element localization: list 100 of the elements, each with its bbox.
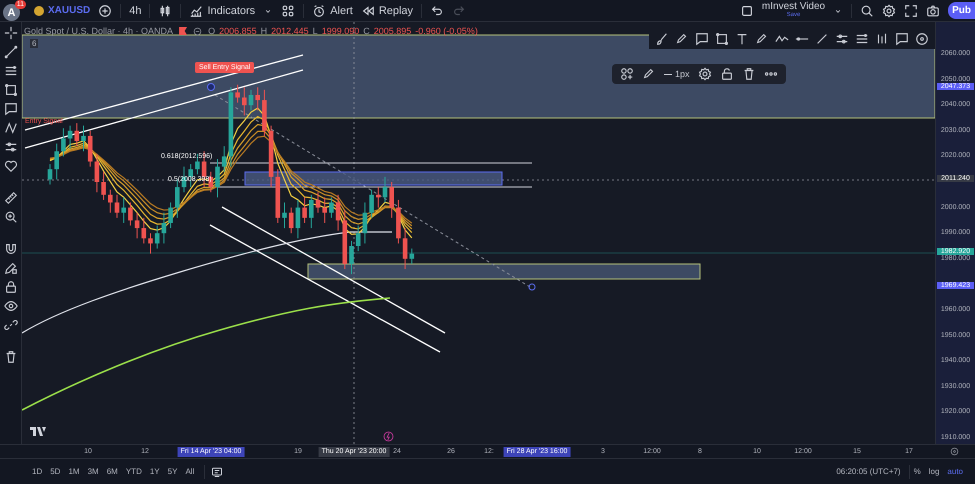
scale-option[interactable]: %	[910, 467, 925, 476]
range-button[interactable]: 1D	[28, 467, 46, 476]
callout-icon[interactable]	[695, 32, 709, 46]
bars-icon[interactable]	[875, 32, 889, 46]
settings-icon[interactable]	[698, 67, 712, 81]
settings-icon[interactable]	[882, 4, 896, 18]
range-button[interactable]: 3M	[84, 467, 103, 476]
ohlc-label: H	[260, 26, 268, 36]
candlestick	[362, 202, 368, 244]
candlestick	[81, 125, 86, 152]
collapse-icon[interactable]	[193, 26, 202, 36]
candlestick	[142, 217, 146, 244]
pencil-icon[interactable]	[755, 32, 769, 46]
range-button[interactable]: 1M	[64, 467, 84, 476]
magnet-icon[interactable]	[4, 242, 18, 256]
candlestick	[101, 171, 106, 200]
rectangle-icon[interactable]	[715, 32, 729, 46]
replay-button[interactable]: Replay	[360, 4, 414, 18]
line-width-button[interactable]: 1px	[664, 69, 690, 79]
scale-option[interactable]: log	[924, 467, 944, 476]
range-button[interactable]: 6M	[102, 467, 122, 476]
ohlc-label: O	[208, 26, 216, 36]
callout-icon[interactable]	[4, 102, 18, 116]
candlestick	[309, 194, 314, 229]
range-button[interactable]: 5Y	[164, 467, 182, 476]
lock-icon[interactable]	[4, 280, 18, 294]
line-handle[interactable]	[528, 284, 536, 290]
trash-icon[interactable]	[4, 350, 18, 364]
undo-icon[interactable]	[430, 4, 444, 18]
price-change: -0.960 (-0.05%)	[415, 26, 478, 36]
templates-icon[interactable]	[281, 4, 296, 18]
brush-icon[interactable]	[655, 32, 669, 46]
layout-name[interactable]: mInvest Video	[762, 2, 826, 10]
pencil-lock-icon[interactable]	[4, 261, 18, 275]
text-icon[interactable]	[735, 32, 749, 46]
indicator-count[interactable]: 6	[30, 39, 38, 48]
candlestick	[235, 84, 240, 104]
candlestick	[54, 143, 59, 180]
range-button[interactable]: YTD	[122, 467, 146, 476]
trash-icon[interactable]	[742, 67, 756, 81]
candlestick	[296, 199, 300, 239]
candlestick	[402, 228, 408, 270]
callout-icon[interactable]	[895, 32, 909, 46]
range-button[interactable]: 5D	[46, 467, 64, 476]
unlock-icon[interactable]	[720, 67, 734, 81]
candlestick	[242, 86, 247, 116]
candlestick	[389, 182, 394, 218]
range-button[interactable]: 1Y	[146, 467, 164, 476]
alert-button[interactable]: Alert	[312, 4, 353, 18]
candlestick	[336, 194, 340, 232]
symbol-button[interactable]: XAUUSD	[34, 5, 90, 16]
logo-icon	[30, 427, 46, 436]
interval-button[interactable]: 4h	[129, 4, 142, 16]
pencil-icon[interactable]	[675, 32, 689, 46]
rewind-icon	[360, 4, 375, 18]
candlestick	[396, 199, 401, 244]
indicators-button[interactable]: Indicators	[189, 4, 256, 18]
selected-rectangle[interactable]	[244, 172, 502, 186]
ohlc-label: L	[312, 26, 318, 36]
scale-option[interactable]: auto	[943, 467, 967, 476]
fibonacci-icon[interactable]	[4, 64, 18, 78]
candlestick	[88, 130, 92, 168]
candlestick	[302, 196, 307, 224]
search-icon[interactable]	[860, 4, 874, 18]
add-grid-icon[interactable]	[620, 67, 634, 81]
alarm-clock-icon	[312, 4, 326, 18]
camera-icon[interactable]	[926, 4, 940, 18]
candlestick	[376, 186, 381, 208]
trend-line-icon[interactable]	[4, 45, 18, 59]
candlestick	[248, 89, 254, 111]
candlestick	[268, 125, 274, 188]
candlestick	[282, 202, 287, 229]
crosshair-icon[interactable]	[4, 26, 18, 40]
candlestick	[222, 146, 226, 172]
square-icon[interactable]	[740, 4, 754, 18]
link-icon[interactable]	[4, 318, 18, 332]
publish-button[interactable]: Pub	[948, 2, 975, 19]
candlestick-icon[interactable]	[158, 4, 172, 18]
candlestick	[68, 125, 72, 150]
candlestick	[342, 210, 348, 270]
pattern-icon[interactable]	[4, 121, 18, 135]
candlestick	[215, 158, 220, 198]
settings-icon[interactable]	[950, 447, 959, 456]
rectangle-icon[interactable]	[4, 83, 18, 97]
pencil-icon[interactable]	[642, 67, 656, 81]
range-button[interactable]: All	[181, 467, 198, 476]
candlestick	[369, 189, 374, 218]
lightning-icon[interactable]	[383, 431, 394, 442]
add-symbol-icon[interactable]	[98, 4, 112, 18]
ruler-icon[interactable]	[4, 191, 18, 205]
fullscreen-icon[interactable]	[904, 4, 918, 18]
candlestick	[316, 192, 320, 214]
heart-icon[interactable]	[4, 159, 18, 173]
trend-line-icon[interactable]	[815, 32, 829, 46]
chart-icon	[189, 4, 204, 18]
compare-icon[interactable]	[211, 466, 224, 478]
target-icon[interactable]	[915, 32, 929, 46]
eye-icon[interactable]	[4, 299, 18, 313]
zoom-icon[interactable]	[4, 210, 18, 224]
ohlc-value: 2012.445	[271, 26, 309, 36]
